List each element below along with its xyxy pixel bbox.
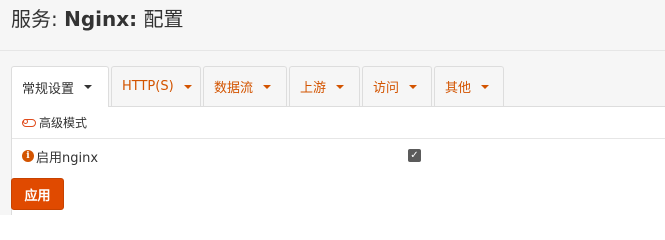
toggle-off-icon[interactable] xyxy=(22,118,36,127)
page-header: 服务: Nginx: 配置 xyxy=(0,0,665,51)
page-title: 服务: Nginx: 配置 xyxy=(11,6,184,32)
advanced-mode-label[interactable]: 高级模式 xyxy=(39,114,87,131)
tab-bar: 常规设置 HTTP(S) 数据流 上游 访问 其他 xyxy=(11,66,665,107)
tab-other[interactable]: 其他 xyxy=(434,66,504,106)
tab-label: 数据流 xyxy=(214,81,254,96)
caret-down-icon xyxy=(481,84,490,89)
info-circle-icon[interactable]: i xyxy=(22,150,34,162)
tab-label: 其他 xyxy=(445,81,472,96)
tab-streams[interactable]: 数据流 xyxy=(203,66,287,106)
enable-nginx-label: 启用nginx xyxy=(36,150,99,166)
caret-down-icon xyxy=(263,84,272,89)
tab-access[interactable]: 访问 xyxy=(362,66,432,106)
enable-nginx-row: i 启用nginx ✓ xyxy=(12,140,665,172)
tab-label: 访问 xyxy=(373,81,400,96)
tab-label: 常规设置 xyxy=(22,81,75,97)
caret-down-icon xyxy=(409,84,418,89)
title-prefix: 服务: xyxy=(11,7,65,31)
advanced-mode-toggle[interactable]: 高级模式 xyxy=(12,107,665,139)
caret-down-icon xyxy=(336,84,345,89)
enable-nginx-checkbox[interactable]: ✓ xyxy=(408,149,421,162)
content-area: 常规设置 HTTP(S) 数据流 上游 访问 其他 高级模式 i 启用nginx… xyxy=(0,51,665,215)
caret-down-icon xyxy=(183,84,192,89)
caret-down-icon xyxy=(84,85,93,89)
apply-button[interactable]: 应用 xyxy=(11,178,64,210)
tab-upstream[interactable]: 上游 xyxy=(289,66,360,106)
settings-panel: 高级模式 i 启用nginx ✓ xyxy=(11,106,665,215)
tab-label: 上游 xyxy=(300,81,327,96)
tab-label: HTTP(S) xyxy=(122,79,174,94)
title-suffix: 配置 xyxy=(137,7,184,31)
tab-https[interactable]: HTTP(S) xyxy=(111,66,201,106)
page: 服务: Nginx: 配置 常规设置 HTTP(S) 数据流 上游 访问 其他 … xyxy=(0,0,665,215)
title-service: Nginx: xyxy=(64,7,138,31)
tab-general[interactable]: 常规设置 xyxy=(11,66,109,107)
